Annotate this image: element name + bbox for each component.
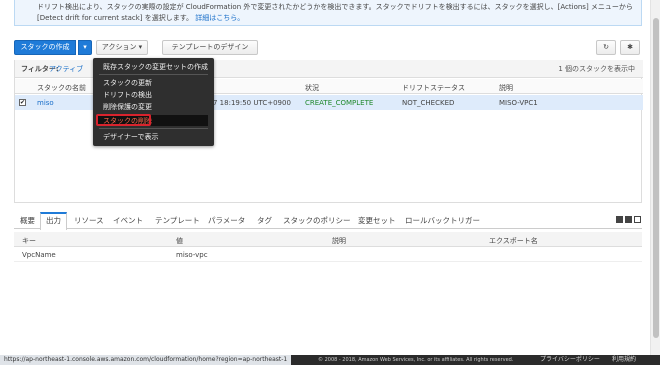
menu-item-create-change-set[interactable]: 既存スタックの変更セットの作成 bbox=[103, 62, 208, 72]
column-header-value: 値 bbox=[176, 237, 183, 245]
menu-item-update-stack[interactable]: スタックの更新 bbox=[103, 78, 152, 88]
output-value: miso-vpc bbox=[176, 251, 208, 259]
menu-item-change-termination-protection[interactable]: 削除保護の変更 bbox=[103, 102, 152, 112]
actions-dropdown-button[interactable]: アクション ▾ bbox=[96, 40, 148, 55]
layout-bottom-icon[interactable] bbox=[625, 216, 632, 223]
tab-tags[interactable]: タグ bbox=[257, 212, 272, 229]
refresh-icon: ↻ bbox=[603, 43, 609, 51]
tab-overview[interactable]: 概要 bbox=[20, 212, 35, 229]
settings-button[interactable]: ✱ bbox=[620, 40, 640, 55]
notice-line-2: [Detect drift for current stack] を選択します。… bbox=[37, 13, 633, 24]
outputs-table-header: キー 値 説明 エクスポート名 bbox=[14, 232, 642, 247]
stack-toolbar: スタックの作成 ▾ アクション ▾ テンプレートのデザイン ↻ ✱ bbox=[14, 40, 642, 56]
column-header-drift-status[interactable]: ドリフトステータス bbox=[402, 83, 465, 93]
copyright-text: © 2008 - 2018, Amazon Web Services, Inc.… bbox=[318, 357, 514, 363]
column-header-description[interactable]: 説明 bbox=[499, 83, 513, 93]
output-key: VpcName bbox=[22, 251, 56, 259]
create-stack-dropdown-button[interactable]: ▾ bbox=[78, 40, 92, 55]
privacy-policy-link[interactable]: プライバシーポリシー bbox=[540, 355, 600, 365]
create-stack-button[interactable]: スタックの作成 bbox=[14, 40, 76, 55]
stack-created-time: 7 18:19:50 UTC+0900 bbox=[213, 99, 291, 107]
panel-view-toggle bbox=[616, 216, 642, 225]
row-checkbox[interactable]: ✔ bbox=[19, 99, 26, 106]
menu-divider bbox=[99, 74, 208, 75]
gear-icon: ✱ bbox=[627, 43, 633, 51]
stack-name-link[interactable]: miso bbox=[37, 99, 54, 107]
stack-count-text: 1 個のスタックを表示中 bbox=[558, 65, 635, 73]
drift-info-notice: ドリフト検出により、スタックの実際の設定が CloudFormation 外で変… bbox=[14, 0, 642, 26]
column-header-key: キー bbox=[22, 237, 36, 245]
filter-dropdown[interactable]: アクティブ bbox=[49, 64, 83, 74]
stack-status: CREATE_COMPLETE bbox=[305, 99, 374, 107]
column-header-status[interactable]: 状況 bbox=[305, 83, 319, 93]
terms-of-use-link[interactable]: 利用規約 bbox=[612, 355, 636, 365]
page-scrollbar[interactable] bbox=[650, 0, 660, 355]
delete-stack-highlight-box bbox=[96, 114, 151, 126]
tab-outputs[interactable]: 出力 bbox=[40, 212, 67, 230]
stack-drift-status: NOT_CHECKED bbox=[402, 99, 455, 107]
notice-line-1: ドリフト検出により、スタックの実際の設定が CloudFormation 外で変… bbox=[37, 3, 633, 11]
stack-detail-tabs: 概要 出力 リソース イベント テンプレート パラメータ タグ スタックのポリシ… bbox=[14, 212, 642, 230]
design-template-button[interactable]: テンプレートのデザイン bbox=[162, 40, 258, 55]
browser-status-url: https://ap-northeast-1.console.aws.amazo… bbox=[0, 355, 292, 365]
tab-change-sets[interactable]: 変更セット bbox=[358, 212, 396, 229]
menu-item-detect-drift[interactable]: ドリフトの検出 bbox=[103, 90, 152, 100]
column-header-stack-name[interactable]: スタックの名前 bbox=[37, 83, 86, 93]
tab-resources[interactable]: リソース bbox=[74, 212, 104, 229]
tab-events[interactable]: イベント bbox=[113, 212, 143, 229]
learn-more-link[interactable]: 詳細はこちら。 bbox=[195, 14, 244, 22]
tab-parameters[interactable]: パラメータ bbox=[208, 212, 245, 229]
scrollbar-thumb[interactable] bbox=[653, 18, 659, 338]
actions-dropdown-menu: 既存スタックの変更セットの作成 スタックの更新 ドリフトの検出 削除保護の変更 … bbox=[93, 58, 214, 146]
notice-line-2-text: [Detect drift for current stack] を選択します。 bbox=[37, 14, 194, 22]
menu-divider bbox=[99, 128, 208, 129]
tab-stack-policy[interactable]: スタックのポリシー bbox=[283, 212, 351, 229]
chevron-down-icon: ▾ bbox=[83, 43, 87, 51]
tab-template[interactable]: テンプレート bbox=[155, 212, 200, 229]
column-header-export-name: エクスポート名 bbox=[489, 237, 538, 245]
layout-split-icon[interactable] bbox=[616, 216, 623, 223]
stack-description: MISO-VPC1 bbox=[499, 99, 538, 107]
layout-full-icon[interactable] bbox=[634, 216, 641, 223]
menu-item-view-in-designer[interactable]: デザイナーで表示 bbox=[103, 132, 158, 142]
refresh-button[interactable]: ↻ bbox=[596, 40, 616, 55]
column-header-output-description: 説明 bbox=[332, 237, 346, 245]
tab-rollback-triggers[interactable]: ロールバックトリガー bbox=[405, 212, 480, 229]
table-row: VpcName miso-vpc bbox=[14, 248, 642, 262]
